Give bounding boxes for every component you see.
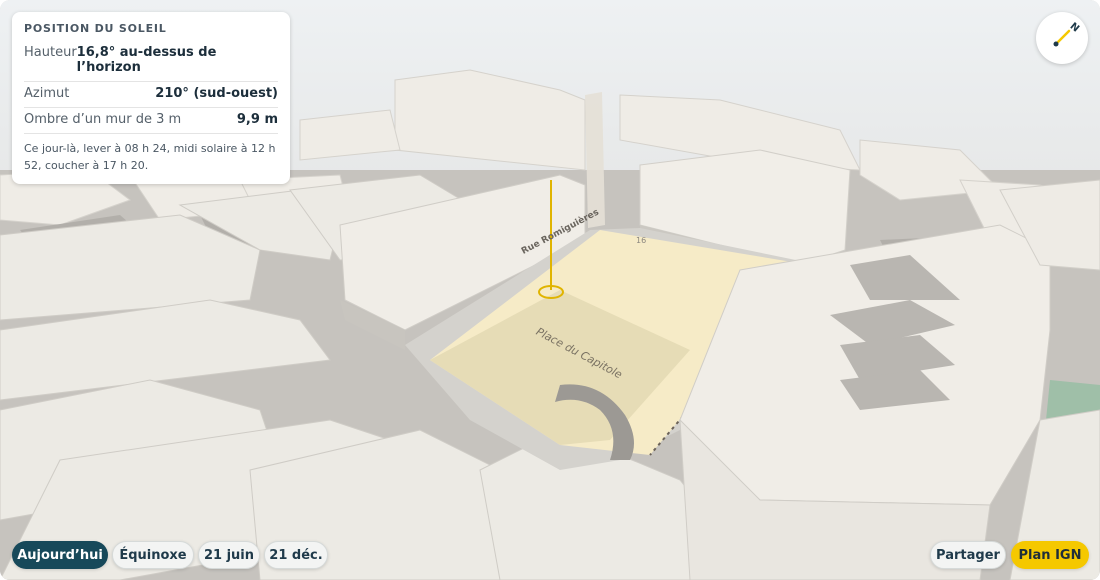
date-june-21-button[interactable]: 21 juin bbox=[198, 541, 260, 569]
date-dec-21-button[interactable]: 21 déc. bbox=[264, 541, 328, 569]
north-label: N bbox=[1068, 21, 1081, 35]
ign-map-button[interactable]: Plan IGN bbox=[1011, 541, 1089, 569]
shadow-row: Ombre d’un mur de 3 m 9,9 m bbox=[24, 108, 278, 134]
date-today-button[interactable]: Aujourd’hui bbox=[12, 541, 108, 569]
altitude-value: 16,8° au-dessus de l’horizon bbox=[76, 45, 217, 75]
house-number-label: 16 bbox=[636, 236, 647, 245]
share-button[interactable]: Partager bbox=[930, 541, 1006, 569]
altitude-label: Hauteur bbox=[24, 45, 77, 60]
azimuth-value: 210° (sud-ouest) bbox=[155, 86, 278, 101]
sun-times-note: Ce jour-là, lever à 08 h 24, midi solair… bbox=[24, 142, 276, 172]
shadow-value: 9,9 m bbox=[236, 112, 278, 127]
date-equinox-button[interactable]: Équinoxe bbox=[112, 541, 194, 569]
azimuth-row: Azimut 210° (sud-ouest) bbox=[24, 82, 278, 108]
compass-button[interactable]: N bbox=[1036, 12, 1088, 64]
altitude-row: Hauteur 16,8° au-dessus de l’horizon bbox=[24, 41, 278, 82]
panel-title: POSITION DU SOLEIL bbox=[24, 22, 167, 35]
azimuth-label: Azimut bbox=[24, 86, 70, 101]
sun-position-panel: POSITION DU SOLEIL Hauteur 16,8° au-dess… bbox=[12, 12, 290, 184]
map-viewport[interactable]: Rue Romiguières Place du Capitole 16 POS… bbox=[0, 0, 1100, 580]
shadow-label: Ombre d’un mur de 3 m bbox=[24, 112, 182, 127]
compass-icon: N bbox=[1053, 21, 1081, 47]
